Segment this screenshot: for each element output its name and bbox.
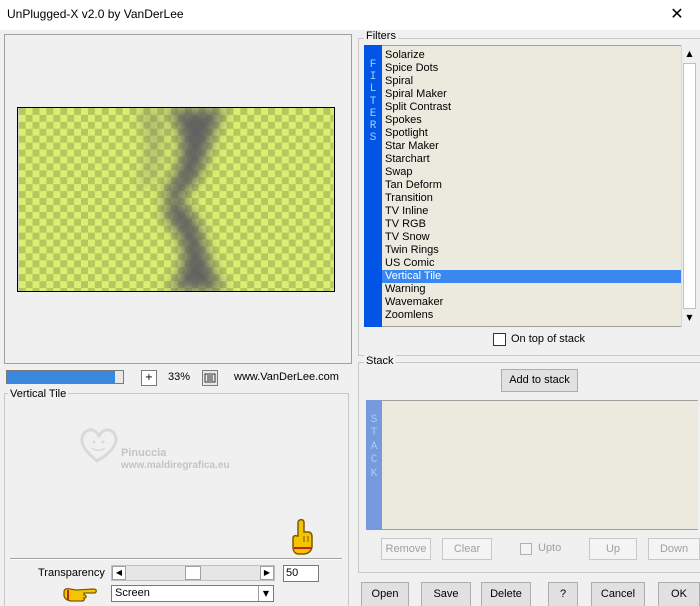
filters-bar-letter: E xyxy=(369,107,377,120)
filter-list-item[interactable]: TV Inline xyxy=(382,205,681,218)
down-button[interactable]: Down xyxy=(648,538,700,560)
settings-separator xyxy=(10,558,342,560)
filters-bar-letter: T xyxy=(369,95,377,108)
pointing-hand-up-icon xyxy=(292,518,313,555)
ok-button[interactable]: OK xyxy=(658,582,700,606)
on-top-of-stack-checkbox[interactable] xyxy=(493,333,506,346)
filter-list-item[interactable]: Wavemaker xyxy=(382,296,681,309)
filter-list-item[interactable]: Spiral xyxy=(382,75,681,88)
pointing-hand-right-icon xyxy=(63,587,97,602)
blend-mode-dropdown[interactable]: Screen ▼ xyxy=(111,585,274,602)
open-button[interactable]: Open xyxy=(361,582,409,606)
filter-list-item[interactable]: Zoomlens xyxy=(382,309,681,322)
filters-list[interactable]: Solarize Spice Dots Spiral Spiral Maker Spli… xyxy=(382,45,681,327)
close-icon[interactable]: ✕ xyxy=(662,5,692,25)
filter-list-item[interactable]: Spokes xyxy=(382,114,681,127)
upto-label[interactable]: Upto xyxy=(538,542,561,554)
fit-to-window-button[interactable] xyxy=(202,370,218,386)
transparency-label: Transparency xyxy=(38,567,105,579)
remove-button[interactable]: Remove xyxy=(381,538,431,560)
slider-right-arrow-icon[interactable]: ▶ xyxy=(260,566,274,580)
up-button[interactable]: Up xyxy=(589,538,637,560)
filters-side-bar: F I L T E R S xyxy=(364,45,382,327)
title-bar: UnPlugged-X v2.0 by VanDerLee xyxy=(0,0,700,30)
stack-bar-letter: K xyxy=(370,467,378,480)
preview-image[interactable] xyxy=(17,107,335,292)
progress-bar xyxy=(6,370,124,384)
stack-title: Stack xyxy=(364,355,396,367)
filter-list-item[interactable]: Twin Rings xyxy=(382,244,681,257)
progress-fill xyxy=(7,371,115,383)
filter-list-item[interactable]: Split Contrast xyxy=(382,101,681,114)
filter-list-item[interactable]: Vertical Tile xyxy=(382,270,681,283)
cancel-button[interactable]: Cancel xyxy=(591,582,645,606)
filter-list-item[interactable]: US Comic xyxy=(382,257,681,270)
filters-scroll-thumb[interactable] xyxy=(683,63,696,309)
add-to-stack-button[interactable]: Add to stack xyxy=(501,369,578,392)
chevron-down-icon[interactable]: ▼ xyxy=(258,586,273,601)
slider-left-arrow-icon[interactable]: ◀ xyxy=(112,566,126,580)
upto-checkbox[interactable] xyxy=(520,543,532,555)
stack-bar-letter: C xyxy=(370,454,378,467)
on-top-of-stack-label[interactable]: On top of stack xyxy=(511,333,585,345)
filter-list-item[interactable]: Swap xyxy=(382,166,681,179)
filters-bar-letter: F xyxy=(369,59,377,71)
filter-list-item[interactable]: Spice Dots xyxy=(382,62,681,75)
delete-button[interactable]: Delete xyxy=(481,582,531,606)
filter-list-item[interactable]: Tan Deform xyxy=(382,179,681,192)
filters-bar-letter: I xyxy=(369,71,377,84)
website-link[interactable]: www.VanDerLee.com xyxy=(234,371,339,383)
filters-bar-letter: R xyxy=(369,120,377,133)
svg-text:www.maldiregrafica.eu: www.maldiregrafica.eu xyxy=(120,460,230,471)
filter-list-item[interactable]: Starchart xyxy=(382,153,681,166)
filters-bar-letter: L xyxy=(369,83,377,96)
filter-list-item[interactable]: TV RGB xyxy=(382,218,681,231)
scroll-up-arrow-icon[interactable]: ▲ xyxy=(682,47,697,61)
clear-button[interactable]: Clear xyxy=(442,538,492,560)
stack-bar-letter: T xyxy=(370,427,378,440)
stack-bar-letter: A xyxy=(370,440,378,453)
stack-list[interactable] xyxy=(382,400,698,530)
help-button[interactable]: ? xyxy=(548,582,578,606)
zoom-level: 33% xyxy=(168,371,191,383)
stack-side-bar: S T A C K xyxy=(366,400,382,530)
filter-list-item[interactable]: Spiral Maker xyxy=(382,88,681,101)
transparency-slider-thumb[interactable] xyxy=(185,566,201,580)
blend-mode-value: Screen xyxy=(115,587,150,599)
filters-title: Filters xyxy=(364,30,398,42)
filter-settings-title: Vertical Tile xyxy=(8,388,69,400)
transparency-value-field[interactable]: 50 xyxy=(283,565,319,582)
stack-bar-letter: S xyxy=(370,414,378,426)
save-button[interactable]: Save xyxy=(421,582,471,606)
filters-scrollbar[interactable]: ▲ ▼ xyxy=(681,45,697,327)
filter-list-item[interactable]: Spotlight xyxy=(382,127,681,140)
window-title: UnPlugged-X v2.0 by VanDerLee xyxy=(7,7,184,21)
filter-list-item[interactable]: Solarize xyxy=(382,49,681,62)
zoom-in-button[interactable]: + xyxy=(141,370,157,386)
filter-list-item[interactable]: Warning xyxy=(382,283,681,296)
filter-list-item[interactable]: TV Snow xyxy=(382,231,681,244)
fit-window-icon xyxy=(204,373,216,383)
filter-list-item[interactable]: Transition xyxy=(382,192,681,205)
watermark-logo: Pinuccia www.maldiregrafica.eu xyxy=(80,428,230,471)
scroll-down-arrow-icon[interactable]: ▼ xyxy=(682,311,697,325)
svg-text:Pinuccia: Pinuccia xyxy=(121,447,167,459)
filter-list-item[interactable]: Star Maker xyxy=(382,140,681,153)
filters-bar-letter: S xyxy=(369,132,377,145)
